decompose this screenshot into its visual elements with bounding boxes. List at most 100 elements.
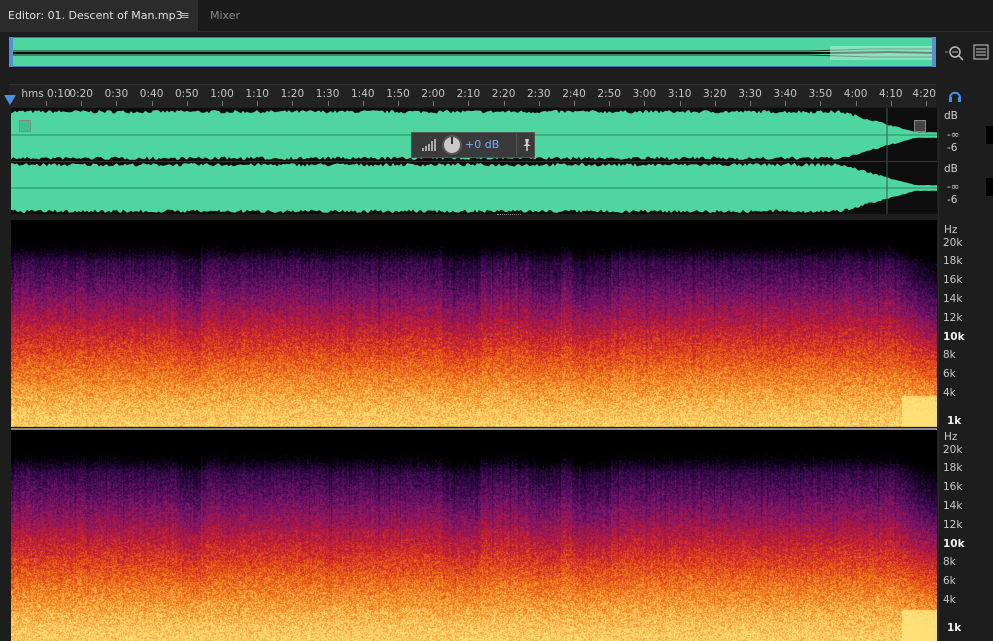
spectrogram-graphic: [11, 220, 937, 641]
overview-start-handle[interactable]: [9, 37, 13, 67]
ruler-tick-label: 4:00: [843, 88, 868, 100]
ruler-tick-mark: [644, 101, 646, 106]
ruler-tick-mark: [890, 101, 892, 106]
ruler-tick-label: 2:00: [421, 88, 445, 100]
ruler-tick-label: 3:30: [738, 88, 762, 100]
hz-tick-label: 8k: [943, 349, 956, 361]
ruler-tick-label: hms 0:10: [21, 88, 71, 100]
ruler-tick-label: 1:10: [245, 88, 269, 100]
hz-tick-label: 14k: [943, 293, 963, 305]
ruler-tick-label: 0:20: [69, 88, 93, 100]
pin-icon[interactable]: [520, 138, 533, 152]
ruler-tick-label: 0:30: [104, 88, 129, 100]
hz-tick-label: 14k: [943, 500, 963, 512]
db-mark-6: -6: [947, 142, 958, 154]
ruler-tick-label: 3:00: [632, 88, 657, 100]
ruler-tick-label: 0:40: [139, 88, 164, 100]
ruler-tick-mark: [820, 101, 822, 106]
ruler-tick-mark: [609, 101, 611, 106]
db-mark-6: -6: [947, 194, 958, 206]
ruler-tick-label: 2:10: [456, 88, 481, 100]
ruler-tick-mark: [855, 101, 857, 106]
overview-waveform-graphic: [10, 46, 935, 60]
channel-divider: [11, 161, 937, 162]
ruler-tick-label: 1:00: [210, 88, 234, 100]
db-unit-label: dB: [944, 163, 958, 175]
channel-divider: [11, 428, 937, 430]
ruler-tick-mark: [714, 101, 716, 106]
ruler-tick-mark: [503, 101, 505, 106]
panel-splitter[interactable]: [497, 214, 521, 218]
ruler-tick-mark: [81, 101, 83, 106]
ruler-tick-label: 3:40: [773, 88, 797, 100]
level-meter-box: [986, 126, 993, 144]
hz-unit-label: Hz: [944, 431, 958, 443]
db-mark-inf: -∞: [947, 181, 960, 193]
level-meter-box: [986, 178, 993, 196]
ruler-tick-mark: [46, 101, 47, 106]
overview-waveform[interactable]: [9, 37, 936, 67]
ruler-tick-label: 3:50: [808, 88, 833, 100]
fade-out-handle[interactable]: [914, 120, 926, 132]
ruler-tick-label: 3:10: [667, 88, 692, 100]
hz-tick-label: 1k: [947, 622, 962, 634]
ruler-tick-mark: [785, 101, 787, 106]
hz-unit-label: Hz: [944, 224, 958, 236]
headphones-icon[interactable]: [947, 88, 963, 104]
ruler-tick-label: 4:20: [912, 88, 936, 100]
ruler-tick-label: 1:20: [280, 88, 305, 100]
ruler-tick-mark: [468, 101, 470, 106]
ruler-tick-mark: [257, 101, 259, 106]
ruler-tick-mark: [222, 101, 223, 106]
vertical-scrollbar[interactable]: [938, 108, 939, 641]
hz-tick-label: 20k: [943, 237, 963, 249]
ruler-tick-mark: [398, 101, 399, 106]
ruler-tick-mark: [538, 101, 540, 106]
gain-value[interactable]: +0 dB: [465, 138, 499, 151]
ruler-tick-label: 3:20: [703, 88, 727, 100]
ruler-tick-mark: [362, 101, 364, 106]
ruler-tick-mark: [750, 101, 751, 106]
ruler-tick-label: 0:50: [175, 88, 199, 100]
hz-tick-label: 20k: [943, 444, 963, 456]
hz-tick-label: 8k: [943, 556, 956, 568]
overview-end-handle[interactable]: [932, 37, 936, 67]
hz-tick-label: 18k: [943, 255, 963, 267]
hz-tick-label: 6k: [943, 368, 956, 380]
hz-tick-label: 4k: [943, 594, 956, 606]
ruler-tick-mark: [151, 101, 153, 106]
hz-tick-label: 18k: [943, 462, 963, 474]
hz-tick-label: 12k: [943, 312, 963, 324]
ruler-tick-label: 1:50: [386, 88, 410, 100]
gain-knob-indicator: [451, 137, 453, 144]
tab-menu-button[interactable]: ≡: [179, 0, 191, 31]
ruler-tick-mark: [433, 101, 435, 106]
ruler-tick-label: 2:30: [527, 88, 551, 100]
fade-in-handle[interactable]: [19, 120, 31, 132]
playhead-marker[interactable]: [4, 95, 16, 105]
hz-tick-label: 10k: [943, 331, 965, 343]
ruler-tick-label: 4:10: [879, 88, 903, 100]
ruler-tick-label: 2:50: [597, 88, 621, 100]
tab-editor[interactable]: Editor: 01. Descent of Man.mp3: [0, 0, 198, 31]
ruler-tick-mark: [116, 101, 118, 106]
hz-tick-label: 1k: [947, 415, 962, 427]
ruler-tick-mark: [926, 101, 927, 106]
list-icon[interactable]: [973, 44, 989, 60]
zoom-icon[interactable]: [944, 42, 966, 64]
hz-tick-label: 12k: [943, 519, 963, 531]
hz-tick-label: 16k: [943, 274, 963, 286]
ruler-tick-label: 2:40: [562, 88, 586, 100]
level-bars-icon: [421, 138, 437, 152]
hz-tick-label: 16k: [943, 481, 963, 493]
ruler-tick-mark: [327, 101, 329, 106]
hz-tick-label: 4k: [943, 387, 956, 399]
tab-mixer[interactable]: Mixer: [198, 0, 268, 31]
ruler-tick-mark: [186, 101, 188, 106]
spectral-frequency-view[interactable]: [11, 220, 937, 641]
ruler-tick-label: 1:40: [351, 88, 375, 100]
hz-tick-label: 6k: [943, 575, 956, 587]
ruler-tick-label: 2:20: [491, 88, 516, 100]
db-unit-label: dB: [944, 110, 958, 122]
ruler-tick-label: 1:30: [315, 88, 340, 100]
